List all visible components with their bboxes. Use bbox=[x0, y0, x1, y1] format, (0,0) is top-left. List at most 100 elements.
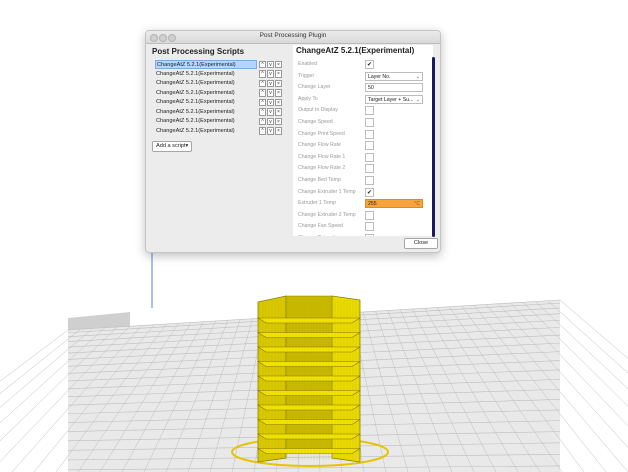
title-bar: Post Processing Plugin bbox=[146, 31, 440, 44]
setting-label: Change Flow Rate bbox=[298, 142, 341, 149]
setting-checkbox[interactable] bbox=[365, 141, 374, 151]
script-name[interactable]: ChangeAtZ 5.2.1(Experimental) bbox=[155, 89, 258, 98]
setting-label: Change Extruder 2 Temp bbox=[298, 211, 356, 218]
setting-row: Change Bed Temp bbox=[293, 175, 429, 187]
script-list-item[interactable]: ChangeAtZ 5.2.1(Experimental) ^ v × bbox=[153, 79, 283, 89]
window-title: Post Processing Plugin bbox=[259, 32, 327, 39]
setting-label: Change Bed Temp bbox=[298, 177, 341, 183]
setting-label: Change Layer bbox=[298, 84, 331, 91]
remove-script-button[interactable]: × bbox=[275, 117, 282, 125]
checkmark-icon: ✔ bbox=[366, 189, 373, 196]
setting-label: Output to Display bbox=[298, 107, 338, 114]
script-list-item[interactable]: ChangeAtZ 5.2.1(Experimental) ^ v × bbox=[153, 70, 283, 80]
move-down-button[interactable]: v bbox=[267, 127, 274, 135]
script-list-item[interactable]: ChangeAtZ 5.2.1(Experimental) ^ v × bbox=[153, 117, 283, 127]
setting-row: Change Retraction bbox=[293, 233, 429, 236]
move-down-button[interactable]: v bbox=[267, 70, 274, 78]
remove-script-button[interactable]: × bbox=[275, 70, 282, 78]
setting-label: Apply To bbox=[298, 95, 318, 102]
setting-label: Extruder 1 Temp bbox=[298, 200, 336, 207]
scripts-heading: Post Processing Scripts bbox=[152, 47, 245, 56]
script-name[interactable]: ChangeAtZ 5.2.1(Experimental) bbox=[155, 79, 258, 88]
setting-text-field[interactable]: 50 bbox=[365, 83, 423, 93]
move-down-button[interactable]: v bbox=[267, 79, 274, 87]
add-script-button[interactable]: Add a script▾ bbox=[152, 141, 193, 152]
setting-row: Enabled ✔ bbox=[293, 59, 429, 71]
move-down-button[interactable]: v bbox=[267, 60, 274, 68]
remove-script-button[interactable]: × bbox=[275, 89, 282, 97]
script-list-item[interactable]: ChangeAtZ 5.2.1(Experimental) ^ v × bbox=[153, 60, 283, 70]
chevron-down-icon: ⌄ bbox=[415, 96, 420, 103]
move-down-button[interactable]: v bbox=[267, 89, 274, 97]
setting-row: Change Flow Rate 1 bbox=[293, 152, 429, 164]
settings-scrollbar[interactable] bbox=[432, 57, 435, 237]
remove-script-button[interactable]: × bbox=[275, 98, 282, 106]
script-name[interactable]: ChangeAtZ 5.2.1(Experimental) bbox=[155, 60, 257, 69]
field-unit: °C bbox=[414, 201, 420, 208]
setting-label: Trigger bbox=[298, 72, 315, 79]
setting-checkbox[interactable] bbox=[365, 210, 374, 220]
move-up-button[interactable]: ^ bbox=[259, 108, 266, 116]
move-up-button[interactable]: ^ bbox=[259, 89, 266, 97]
setting-checkbox[interactable]: ✔ bbox=[365, 60, 374, 69]
setting-checkbox[interactable] bbox=[365, 118, 374, 127]
setting-label: Change Flow Rate 1 bbox=[298, 153, 346, 160]
script-name[interactable]: ChangeAtZ 5.2.1(Experimental) bbox=[155, 127, 258, 136]
move-up-button[interactable]: ^ bbox=[259, 117, 266, 125]
setting-checkbox[interactable] bbox=[365, 106, 374, 116]
move-up-button[interactable]: ^ bbox=[259, 98, 266, 106]
setting-dropdown[interactable]: Layer No. ⌄ bbox=[365, 71, 423, 81]
script-name[interactable]: ChangeAtZ 5.2.1(Experimental) bbox=[155, 70, 258, 79]
remove-script-button[interactable]: × bbox=[275, 60, 282, 68]
remove-script-button[interactable]: × bbox=[275, 108, 282, 116]
setting-row: Change Extruder 2 Temp bbox=[293, 210, 429, 222]
dropdown-value: Layer No. bbox=[368, 73, 391, 80]
setting-row: Output to Display bbox=[293, 105, 429, 117]
field-value: 255 bbox=[368, 201, 377, 208]
script-name[interactable]: ChangeAtZ 5.2.1(Experimental) bbox=[155, 117, 258, 126]
setting-row: Change Flow Rate bbox=[293, 140, 429, 152]
script-name[interactable]: ChangeAtZ 5.2.1(Experimental) bbox=[155, 108, 258, 117]
move-up-button[interactable]: ^ bbox=[259, 127, 266, 135]
setting-label: Change Speed bbox=[298, 119, 333, 125]
setting-row: Change Layer 50 bbox=[293, 82, 429, 94]
script-list-item[interactable]: ChangeAtZ 5.2.1(Experimental) ^ v × bbox=[153, 127, 283, 137]
remove-script-button[interactable]: × bbox=[275, 127, 282, 135]
setting-checkbox[interactable] bbox=[365, 129, 374, 139]
move-up-button[interactable]: ^ bbox=[259, 60, 266, 68]
script-settings-panel: ChangeAtZ 5.2.1(Experimental) Enabled ✔ Tr… bbox=[293, 45, 433, 236]
post-processing-dialog: Post Processing Plugin Post Processing S… bbox=[145, 30, 441, 253]
setting-checkbox[interactable] bbox=[365, 222, 374, 232]
setting-row: Apply To Target Layer + Su... ⌄ bbox=[293, 94, 429, 106]
setting-checkbox[interactable]: ✔ bbox=[365, 187, 374, 197]
remove-script-button[interactable]: × bbox=[275, 79, 282, 87]
setting-checkbox[interactable] bbox=[365, 152, 374, 162]
close-button[interactable]: Close bbox=[404, 238, 438, 249]
setting-row: Change Extruder 1 Temp ✔ bbox=[293, 187, 429, 199]
move-up-button[interactable]: ^ bbox=[259, 79, 266, 87]
script-list-item[interactable]: ChangeAtZ 5.2.1(Experimental) ^ v × bbox=[153, 89, 283, 99]
setting-label: Change Extruder 1 Temp bbox=[298, 188, 356, 195]
setting-row: Change Flow Rate 2 bbox=[293, 163, 429, 175]
setting-checkbox[interactable] bbox=[365, 176, 374, 185]
setting-checkbox[interactable] bbox=[365, 164, 374, 174]
script-list-item[interactable]: ChangeAtZ 5.2.1(Experimental) ^ v × bbox=[153, 108, 283, 118]
settings-heading: ChangeAtZ 5.2.1(Experimental) bbox=[296, 46, 415, 55]
move-up-button[interactable]: ^ bbox=[259, 70, 266, 78]
setting-dropdown[interactable]: Target Layer + Su... ⌄ bbox=[365, 94, 423, 104]
setting-row: Change Print Speed bbox=[293, 129, 429, 141]
setting-row: Extruder 1 Temp 255 °C bbox=[293, 198, 429, 210]
script-name[interactable]: ChangeAtZ 5.2.1(Experimental) bbox=[155, 98, 258, 107]
move-down-button[interactable]: v bbox=[267, 117, 274, 125]
checkmark-icon: ✔ bbox=[366, 62, 373, 68]
move-down-button[interactable]: v bbox=[267, 98, 274, 106]
setting-label: Change Flow Rate 2 bbox=[298, 165, 346, 172]
setting-text-field[interactable]: 255 °C bbox=[365, 199, 423, 209]
setting-row: Change Fan Speed bbox=[293, 221, 429, 233]
chevron-down-icon: ⌄ bbox=[415, 73, 420, 80]
setting-row: Trigger Layer No. ⌄ bbox=[293, 71, 429, 83]
move-down-button[interactable]: v bbox=[267, 108, 274, 116]
script-list-item[interactable]: ChangeAtZ 5.2.1(Experimental) ^ v × bbox=[153, 98, 283, 108]
setting-label: Change Retraction bbox=[298, 234, 341, 236]
setting-checkbox[interactable] bbox=[365, 234, 374, 236]
